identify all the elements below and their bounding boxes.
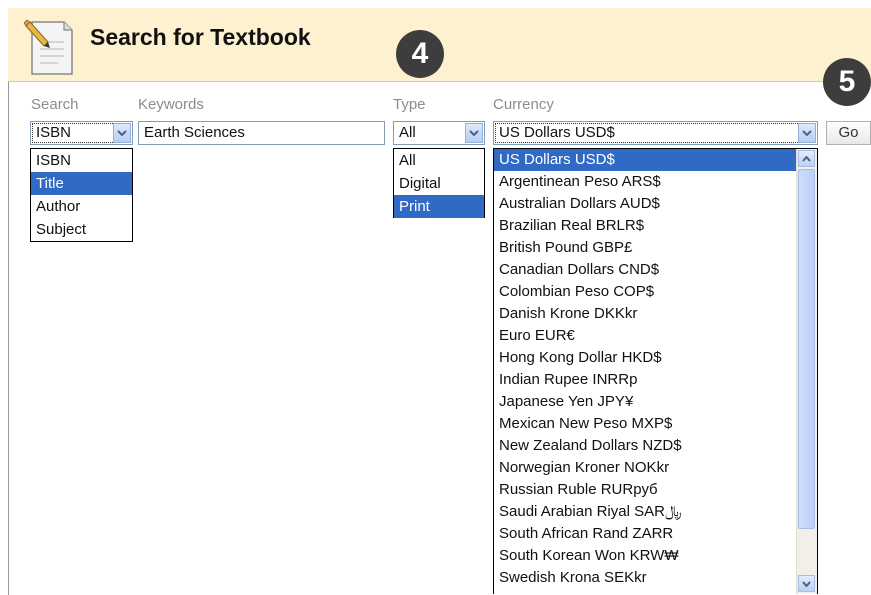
- currency-option[interactable]: Swedish Krona SEKkr: [494, 567, 817, 589]
- type-option-digital[interactable]: Digital: [394, 172, 484, 195]
- currency-option[interactable]: Japanese Yen JPY¥: [494, 391, 817, 413]
- type-option-print[interactable]: Print: [394, 195, 484, 218]
- currency-option[interactable]: Indian Rupee INRRp: [494, 369, 817, 391]
- scroll-up-icon[interactable]: [798, 150, 815, 167]
- currency-option[interactable]: Argentinean Peso ARS$: [494, 171, 817, 193]
- currency-option[interactable]: British Pound GBP£: [494, 237, 817, 259]
- currency-option[interactable]: New Zealand Dollars NZD$: [494, 435, 817, 457]
- currency-option[interactable]: Saudi Arabian Riyal SAR﷼: [494, 501, 817, 523]
- keywords-label: Keywords: [138, 96, 204, 113]
- chevron-down-icon[interactable]: [465, 123, 483, 143]
- chevron-down-icon[interactable]: [798, 123, 816, 143]
- search-label: Search: [31, 96, 79, 113]
- currency-option[interactable]: Mexican New Peso MXP$: [494, 413, 817, 435]
- currency-options-list: US Dollars USD$ Argentinean Peso ARS$ Au…: [493, 148, 818, 594]
- type-label: Type: [393, 96, 426, 113]
- search-select-value: ISBN: [36, 124, 72, 141]
- step-badge-5: 5: [823, 58, 871, 106]
- currency-select-value: US Dollars USD$: [499, 124, 615, 141]
- chevron-down-icon[interactable]: [113, 123, 131, 143]
- currency-option[interactable]: Russian Ruble RURpyб: [494, 479, 817, 501]
- search-options-list: ISBN Title Author Subject: [30, 148, 133, 242]
- currency-option[interactable]: South Korean Won KRW₩: [494, 545, 817, 567]
- scrollbar-thumb[interactable]: [798, 169, 815, 529]
- currency-label: Currency: [493, 96, 554, 113]
- search-option-isbn[interactable]: ISBN: [31, 149, 132, 172]
- currency-option[interactable]: Brazilian Real BRLR$: [494, 215, 817, 237]
- currency-option[interactable]: Hong Kong Dollar HKD$: [494, 347, 817, 369]
- currency-option[interactable]: South African Rand ZARR: [494, 523, 817, 545]
- currency-scrollbar[interactable]: [796, 149, 817, 594]
- search-option-subject[interactable]: Subject: [31, 218, 132, 241]
- currency-option[interactable]: Australian Dollars AUD$: [494, 193, 817, 215]
- step-badge-4: 4: [396, 30, 444, 78]
- currency-option[interactable]: Colombian Peso COP$: [494, 281, 817, 303]
- type-options-list: All Digital Print: [393, 148, 485, 218]
- search-select[interactable]: ISBN: [30, 121, 133, 145]
- search-option-title[interactable]: Title: [31, 172, 132, 195]
- currency-option[interactable]: Euro EUR€: [494, 325, 817, 347]
- currency-select[interactable]: US Dollars USD$: [493, 121, 818, 145]
- search-option-author[interactable]: Author: [31, 195, 132, 218]
- go-button[interactable]: Go: [826, 121, 871, 145]
- edit-page-icon: [24, 19, 73, 75]
- type-select[interactable]: All: [393, 121, 485, 145]
- type-option-all[interactable]: All: [394, 149, 484, 172]
- currency-option[interactable]: Norwegian Kroner NOKkr: [494, 457, 817, 479]
- page-title: Search for Textbook: [90, 24, 311, 50]
- type-select-value: All: [399, 124, 416, 141]
- currency-option[interactable]: US Dollars USD$: [494, 149, 817, 171]
- currency-option[interactable]: Canadian Dollars CND$: [494, 259, 817, 281]
- currency-option[interactable]: Danish Krone DKKkr: [494, 303, 817, 325]
- scroll-down-icon[interactable]: [798, 575, 815, 592]
- keywords-input[interactable]: Earth Sciences: [138, 121, 385, 145]
